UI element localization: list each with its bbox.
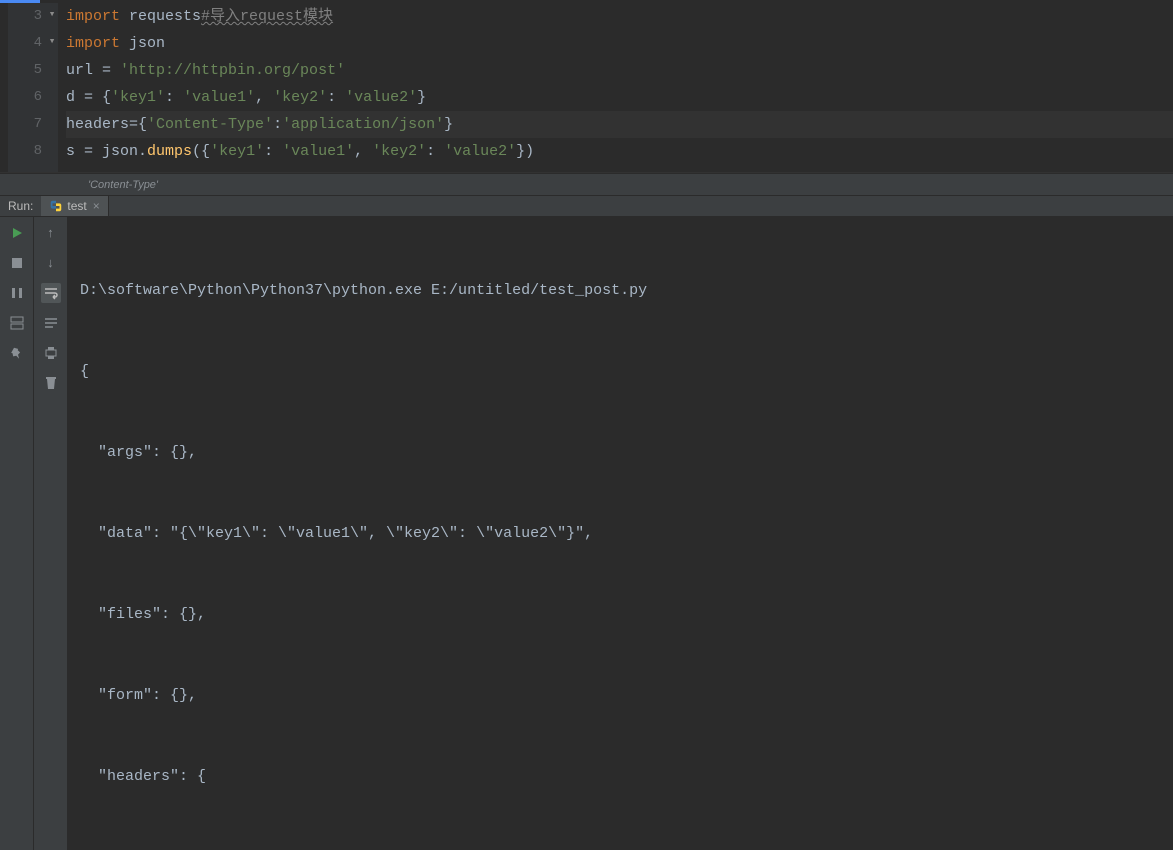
output-line: D:\software\Python\Python37\python.exe E…: [80, 277, 1173, 304]
string: 'application/json': [282, 116, 444, 133]
punct: ={: [129, 116, 147, 133]
code-line[interactable]: import requests#导入request模块: [66, 3, 1173, 30]
code-editor[interactable]: 3 4 5 6 7 8 ▾ ▾ import requests#导入reques…: [0, 3, 1173, 173]
punct: :: [426, 143, 444, 160]
line-number-gutter: 3 4 5 6 7 8 ▾ ▾: [8, 3, 60, 172]
breadcrumb-item[interactable]: 'Content-Type': [88, 179, 158, 191]
run-tab-test[interactable]: test ×: [41, 196, 108, 216]
keyword: import: [66, 35, 120, 52]
punct: }: [417, 89, 426, 106]
fold-toggle-icon[interactable]: ▾: [46, 36, 58, 48]
string: 'value2': [345, 89, 417, 106]
string: 'Content-Type': [147, 116, 273, 133]
code-line-current[interactable]: headers={'Content-Type':'application/jso…: [66, 111, 1173, 138]
run-tool-window-tabs: Run: test ×: [0, 195, 1173, 217]
pin-button[interactable]: [7, 343, 27, 363]
line-number: 4: [8, 30, 42, 57]
line-number: 6: [8, 84, 42, 111]
output-line: "Accept": "*/*",: [80, 844, 1173, 850]
up-arrow-button[interactable]: ↑: [41, 223, 61, 243]
punct: ,: [354, 143, 372, 160]
identifier: d: [66, 89, 84, 106]
soft-wrap-button[interactable]: [41, 283, 61, 303]
python-file-icon: [49, 199, 63, 213]
string: 'key2': [273, 89, 327, 106]
string: 'http://httpbin.org/post': [120, 62, 345, 79]
run-toolbar-right: ↑ ↓: [34, 217, 68, 850]
string: 'value1': [183, 89, 255, 106]
line-number: 8: [8, 138, 42, 165]
identifier: headers: [66, 116, 129, 133]
punct: :: [327, 89, 345, 106]
code-area[interactable]: import requests#导入request模块 import json …: [60, 3, 1173, 172]
print-button[interactable]: [41, 343, 61, 363]
line-number: 5: [8, 57, 42, 84]
close-icon[interactable]: ×: [93, 199, 100, 213]
output-line: "files": {},: [80, 601, 1173, 628]
scroll-to-end-button[interactable]: [41, 313, 61, 333]
console-output[interactable]: D:\software\Python\Python37\python.exe E…: [68, 217, 1173, 850]
stop-button[interactable]: [7, 253, 27, 273]
trash-button[interactable]: [41, 373, 61, 393]
layout-button[interactable]: [7, 313, 27, 333]
output-line: {: [80, 358, 1173, 385]
string: 'value2': [444, 143, 516, 160]
identifier: json: [129, 35, 165, 52]
string: 'value1': [282, 143, 354, 160]
punct: = json.: [84, 143, 147, 160]
string: 'key2': [372, 143, 426, 160]
punct: = {: [84, 89, 111, 106]
punct: }: [444, 116, 453, 133]
keyword: import: [66, 8, 120, 25]
identifier: url: [66, 62, 102, 79]
run-tab-label: test: [67, 199, 86, 213]
punct: ,: [255, 89, 273, 106]
identifier: s: [66, 143, 84, 160]
fold-gutter: [0, 3, 8, 172]
code-line[interactable]: import json: [66, 30, 1173, 57]
identifier: requests: [129, 8, 201, 25]
run-toolbar-left: [0, 217, 34, 850]
punct: }): [516, 143, 534, 160]
comment: #导入request模块: [201, 8, 333, 25]
line-number: 3: [8, 3, 42, 30]
punct: ({: [192, 143, 210, 160]
string: 'key1': [111, 89, 165, 106]
punct: =: [102, 62, 120, 79]
fold-toggle-icon[interactable]: ▾: [46, 9, 58, 21]
output-line: "data": "{\"key1\": \"value1\", \"key2\"…: [80, 520, 1173, 547]
output-line: "headers": {: [80, 763, 1173, 790]
run-tool-window: ↑ ↓ D:\software\Python\Python37\python.e…: [0, 217, 1173, 850]
pause-button[interactable]: [7, 283, 27, 303]
down-arrow-button[interactable]: ↓: [41, 253, 61, 273]
output-line: "args": {},: [80, 439, 1173, 466]
rerun-button[interactable]: [7, 223, 27, 243]
function: dumps: [147, 143, 192, 160]
line-number: 7: [8, 111, 42, 138]
punct: :: [264, 143, 282, 160]
code-line[interactable]: s = json.dumps({'key1': 'value1', 'key2'…: [66, 138, 1173, 165]
string: 'key1': [210, 143, 264, 160]
code-line[interactable]: url = 'http://httpbin.org/post': [66, 57, 1173, 84]
breadcrumb[interactable]: 'Content-Type': [0, 173, 1173, 195]
code-line[interactable]: d = {'key1': 'value1', 'key2': 'value2'}: [66, 84, 1173, 111]
output-line: "form": {},: [80, 682, 1173, 709]
run-label: Run:: [0, 199, 41, 213]
punct: :: [273, 116, 282, 133]
punct: :: [165, 89, 183, 106]
